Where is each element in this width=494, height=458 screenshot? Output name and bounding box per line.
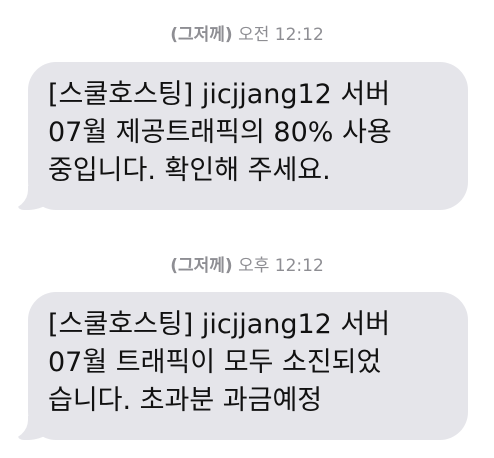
incoming-message-bubble[interactable]: [스쿨호스팅] jicjjang12 서버 07월 제공트래픽의 80% 사용 … <box>18 62 468 210</box>
timestamp-time: 오전 12:12 <box>238 25 324 45</box>
message-line: 습니다. 초과분 과금예정 <box>48 385 323 416</box>
message-line: 중입니다. 확인해 주세요. <box>48 155 331 186</box>
message-thread: (그저께) 오전 12:12 [스쿨호스팅] jicjjang12 서버 07월… <box>0 0 494 458</box>
message-line: 07월 트래픽이 모두 소진되었 <box>48 347 382 378</box>
message-timestamp: (그저께) 오전 12:12 <box>0 20 494 45</box>
message-line: [스쿨호스팅] jicjjang12 서버 <box>48 79 391 110</box>
incoming-message-bubble[interactable]: [스쿨호스팅] jicjjang12 서버 07월 트래픽이 모두 소진되었 습… <box>18 292 468 440</box>
message-line: 07월 제공트래픽의 80% 사용 <box>48 117 392 148</box>
message-timestamp: (그저께) 오후 12:12 <box>0 251 494 276</box>
timestamp-time: 오후 12:12 <box>238 256 324 276</box>
bubble-tail <box>18 416 52 440</box>
message-line: [스쿨호스팅] jicjjang12 서버 <box>48 309 391 340</box>
timestamp-day: (그저께) <box>170 256 233 276</box>
timestamp-day: (그저께) <box>170 25 233 45</box>
bubble-tail <box>18 186 52 210</box>
